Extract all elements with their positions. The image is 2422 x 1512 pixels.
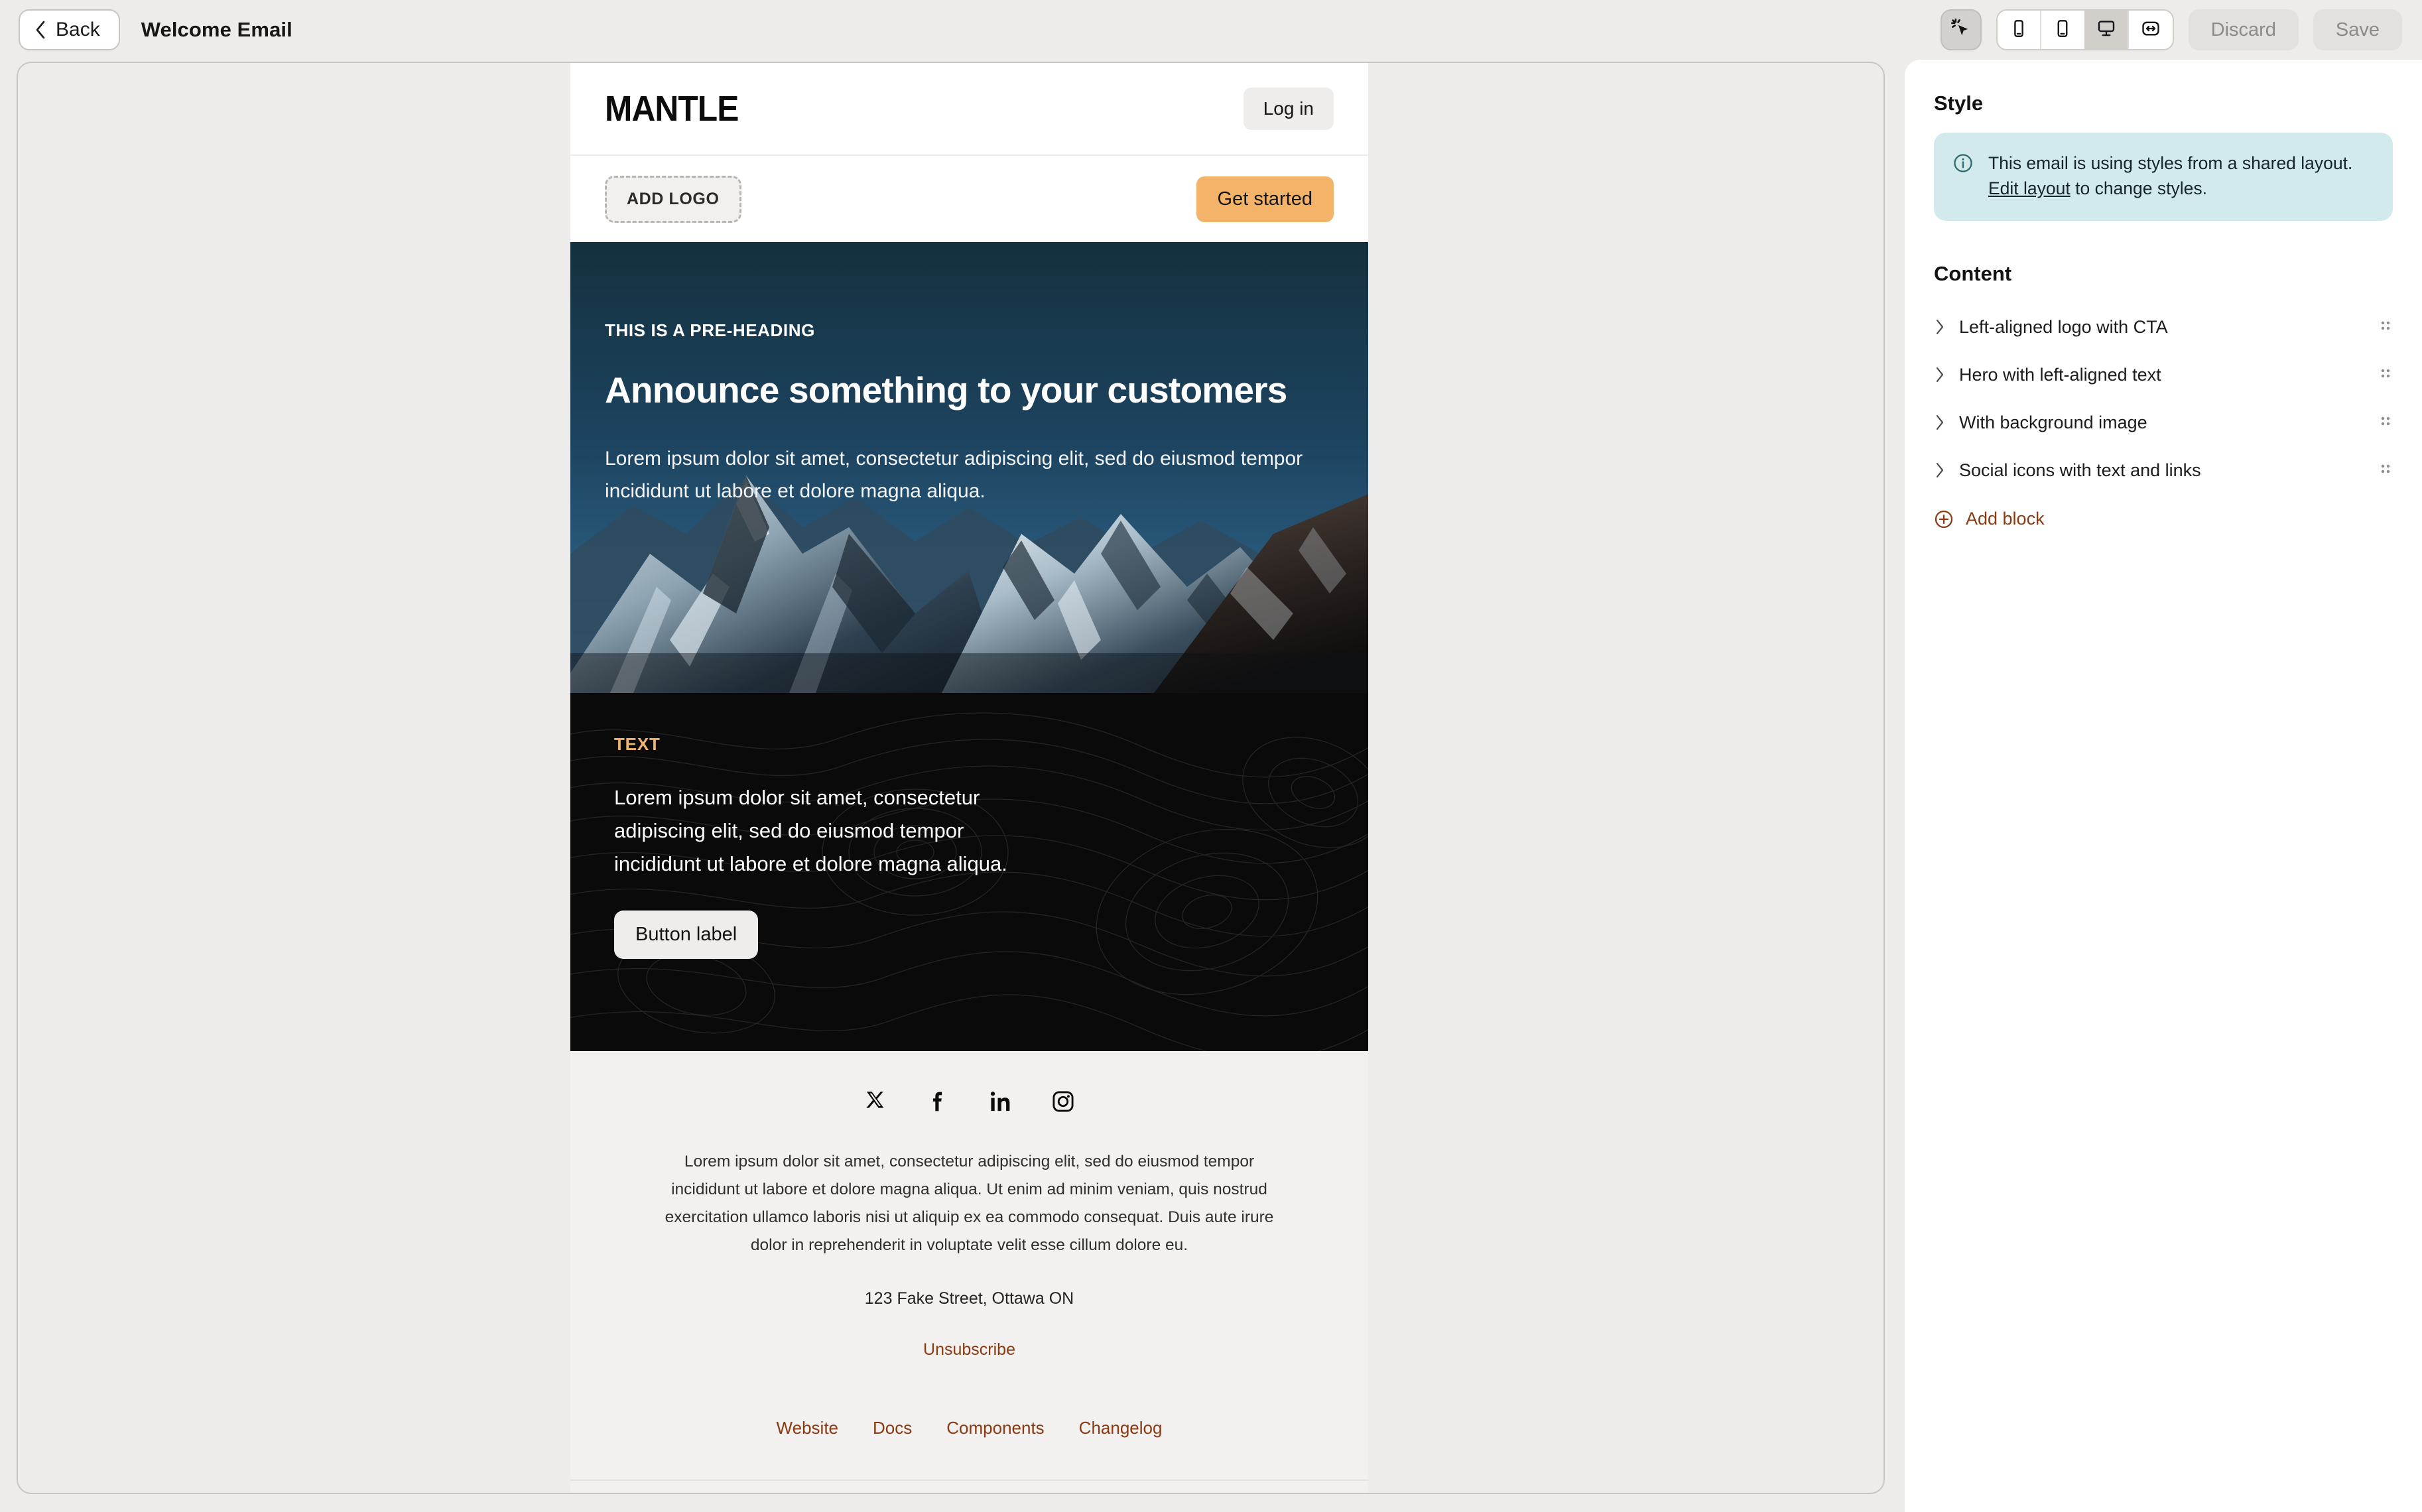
content-block-label: With background image [1959, 412, 2147, 432]
content-block-label: Left-aligned logo with CTA [1959, 316, 2168, 337]
x-icon[interactable] [864, 1090, 888, 1113]
notice-text-before: This email is using styles from a shared… [1988, 153, 2353, 173]
notice-text-after: to change styles. [2070, 178, 2207, 198]
linkedin-icon[interactable] [989, 1090, 1013, 1113]
responsive-width-icon [2141, 19, 2161, 42]
add-logo-placeholder[interactable]: ADD LOGO [605, 175, 741, 223]
chevron-right-icon[interactable] [1934, 461, 1946, 479]
email-footer-block[interactable]: Lorem ipsum dolor sit amet, consectetur … [570, 1051, 1368, 1481]
email-dark-text-block[interactable]: TEXT Lorem ipsum dolor sit amet, consect… [570, 693, 1368, 1051]
device-desktop-button[interactable] [2084, 11, 2129, 49]
footer-social-icons [570, 1090, 1368, 1113]
dark-text-group: TEXT Lorem ipsum dolor sit amet, consect… [570, 693, 1368, 959]
chevron-left-icon [34, 20, 46, 40]
email-nav-block[interactable]: MANTLE Log in [570, 63, 1368, 156]
toolbar-actions: Discard Save [1940, 9, 2402, 50]
email-hero-block[interactable]: THIS IS A PRE-HEADING Announce something… [570, 242, 1368, 693]
drag-handle-icon[interactable] [2378, 317, 2393, 337]
page-title: Welcome Email [141, 18, 292, 41]
drag-handle-icon[interactable] [2378, 412, 2393, 432]
device-responsive-button[interactable] [2128, 11, 2173, 49]
add-block-label: Add block [1966, 509, 2045, 529]
top-toolbar: Back Welcome Email Discard Save [0, 0, 2422, 60]
mobile-large-icon [2053, 19, 2072, 42]
content-block-row[interactable]: With background image [1934, 399, 2393, 446]
save-button[interactable]: Save [2313, 9, 2402, 50]
footer-links-row: Website Docs Components Changelog [570, 1418, 1368, 1481]
device-mobile-small-button[interactable] [1997, 11, 2041, 49]
hero-text-group: THIS IS A PRE-HEADING Announce something… [570, 242, 1368, 507]
device-preview-group [1996, 9, 2174, 50]
content-blocks-list: Left-aligned logo with CTA Hero with lef… [1934, 303, 2393, 529]
content-block-row[interactable]: Left-aligned logo with CTA [1934, 303, 2393, 351]
footer-link-components[interactable]: Components [946, 1418, 1044, 1438]
footer-paragraph: Lorem ipsum dolor sit amet, consectetur … [665, 1153, 1274, 1255]
content-block-row[interactable]: Hero with left-aligned text [1934, 351, 2393, 399]
chevron-right-icon[interactable] [1934, 413, 1946, 432]
dark-block-button[interactable]: Button label [614, 910, 759, 959]
edit-layout-link[interactable]: Edit layout [1988, 178, 2071, 198]
email-preview-canvas: MANTLE Log in ADD LOGO Get started THIS … [17, 62, 1885, 1494]
content-block-label: Social icons with text and links [1959, 460, 2201, 480]
back-button-label: Back [56, 19, 100, 40]
email-logo-cta-block[interactable]: ADD LOGO Get started [570, 156, 1368, 242]
back-button[interactable]: Back [19, 9, 120, 50]
facebook-icon[interactable] [926, 1090, 950, 1113]
unsubscribe-link[interactable]: Unsubscribe [923, 1340, 1015, 1359]
dark-block-body: Lorem ipsum dolor sit amet, consectetur … [614, 786, 1007, 876]
device-mobile-large-button[interactable] [2041, 11, 2085, 49]
instagram-icon[interactable] [1051, 1090, 1075, 1113]
desktop-monitor-icon [2096, 19, 2116, 42]
hero-pre-heading: THIS IS A PRE-HEADING [605, 320, 815, 340]
shared-layout-notice: This email is using styles from a shared… [1934, 133, 2393, 221]
drag-handle-icon[interactable] [2378, 365, 2393, 385]
email-bottom-social-block[interactable] [570, 1480, 1368, 1493]
chevron-right-icon[interactable] [1934, 318, 1946, 336]
add-block-button[interactable]: Add block [1934, 509, 2393, 529]
get-started-button[interactable]: Get started [1196, 176, 1334, 222]
footer-address: 123 Fake Street, Ottawa ON [864, 1289, 1074, 1308]
dark-block-label: TEXT [614, 734, 661, 754]
click-cursor-icon-button[interactable] [1940, 9, 1982, 50]
drag-handle-icon[interactable] [2378, 460, 2393, 480]
right-settings-panel: Style This email is using styles from a … [1905, 60, 2422, 1512]
click-cursor-icon [1950, 17, 1972, 43]
login-button[interactable]: Log in [1243, 88, 1334, 130]
email-document: MANTLE Log in ADD LOGO Get started THIS … [570, 63, 1368, 1493]
content-section-heading: Content [1934, 262, 2012, 286]
content-block-label: Hero with left-aligned text [1959, 364, 2161, 385]
chevron-right-icon[interactable] [1934, 365, 1946, 384]
info-icon [1952, 151, 1974, 201]
discard-button[interactable]: Discard [2188, 9, 2299, 50]
footer-link-changelog[interactable]: Changelog [1079, 1418, 1163, 1438]
mantle-logo: MANTLE [605, 89, 739, 129]
content-block-row[interactable]: Social icons with text and links [1934, 446, 2393, 494]
shared-layout-notice-text: This email is using styles from a shared… [1988, 151, 2374, 201]
footer-link-website[interactable]: Website [777, 1418, 838, 1438]
plus-circle-icon [1934, 509, 1954, 529]
style-section-heading: Style [1934, 92, 1984, 115]
footer-link-docs[interactable]: Docs [873, 1418, 912, 1438]
hero-title: Announce something to your customers [605, 369, 1287, 410]
mobile-small-icon [2009, 19, 2029, 42]
hero-body-text: Lorem ipsum dolor sit amet, consectetur … [605, 448, 1303, 502]
